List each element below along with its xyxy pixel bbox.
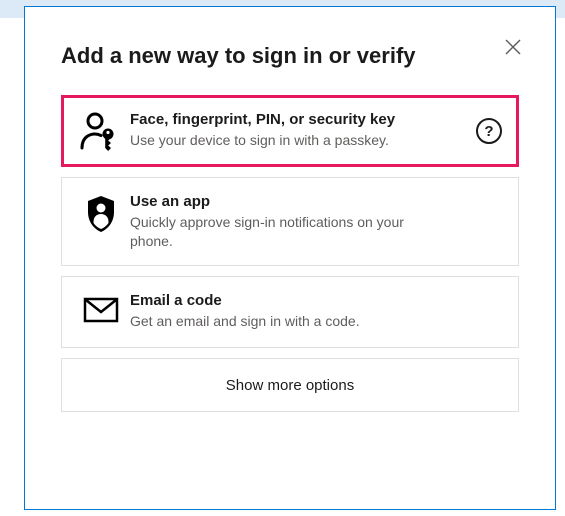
option-app[interactable]: Use an app Quickly approve sign-in notif… <box>61 177 519 266</box>
option-desc: Get an email and sign in with a code. <box>130 312 490 331</box>
close-icon <box>505 39 521 55</box>
mail-icon <box>83 297 119 323</box>
option-title: Use an app <box>130 192 502 212</box>
person-key-icon <box>80 112 122 152</box>
option-email[interactable]: Email a code Get an email and sign in wi… <box>61 276 519 348</box>
option-desc: Quickly approve sign-in notifications on… <box>130 213 430 251</box>
show-more-options-button[interactable]: Show more options <box>61 358 519 412</box>
option-title: Email a code <box>130 291 502 311</box>
option-title: Face, fingerprint, PIN, or security key <box>130 110 502 130</box>
show-more-label: Show more options <box>226 377 354 394</box>
dialog-title: Add a new way to sign in or verify <box>61 43 519 69</box>
question-mark-icon: ? <box>484 123 493 140</box>
authenticator-icon <box>84 194 118 234</box>
close-button[interactable] <box>501 35 525 59</box>
option-passkey[interactable]: Face, fingerprint, PIN, or security key … <box>61 95 519 167</box>
help-button[interactable]: ? <box>476 118 502 144</box>
option-desc: Use your device to sign in with a passke… <box>130 131 430 150</box>
signin-options-dialog: Add a new way to sign in or verify Face,… <box>24 6 556 510</box>
